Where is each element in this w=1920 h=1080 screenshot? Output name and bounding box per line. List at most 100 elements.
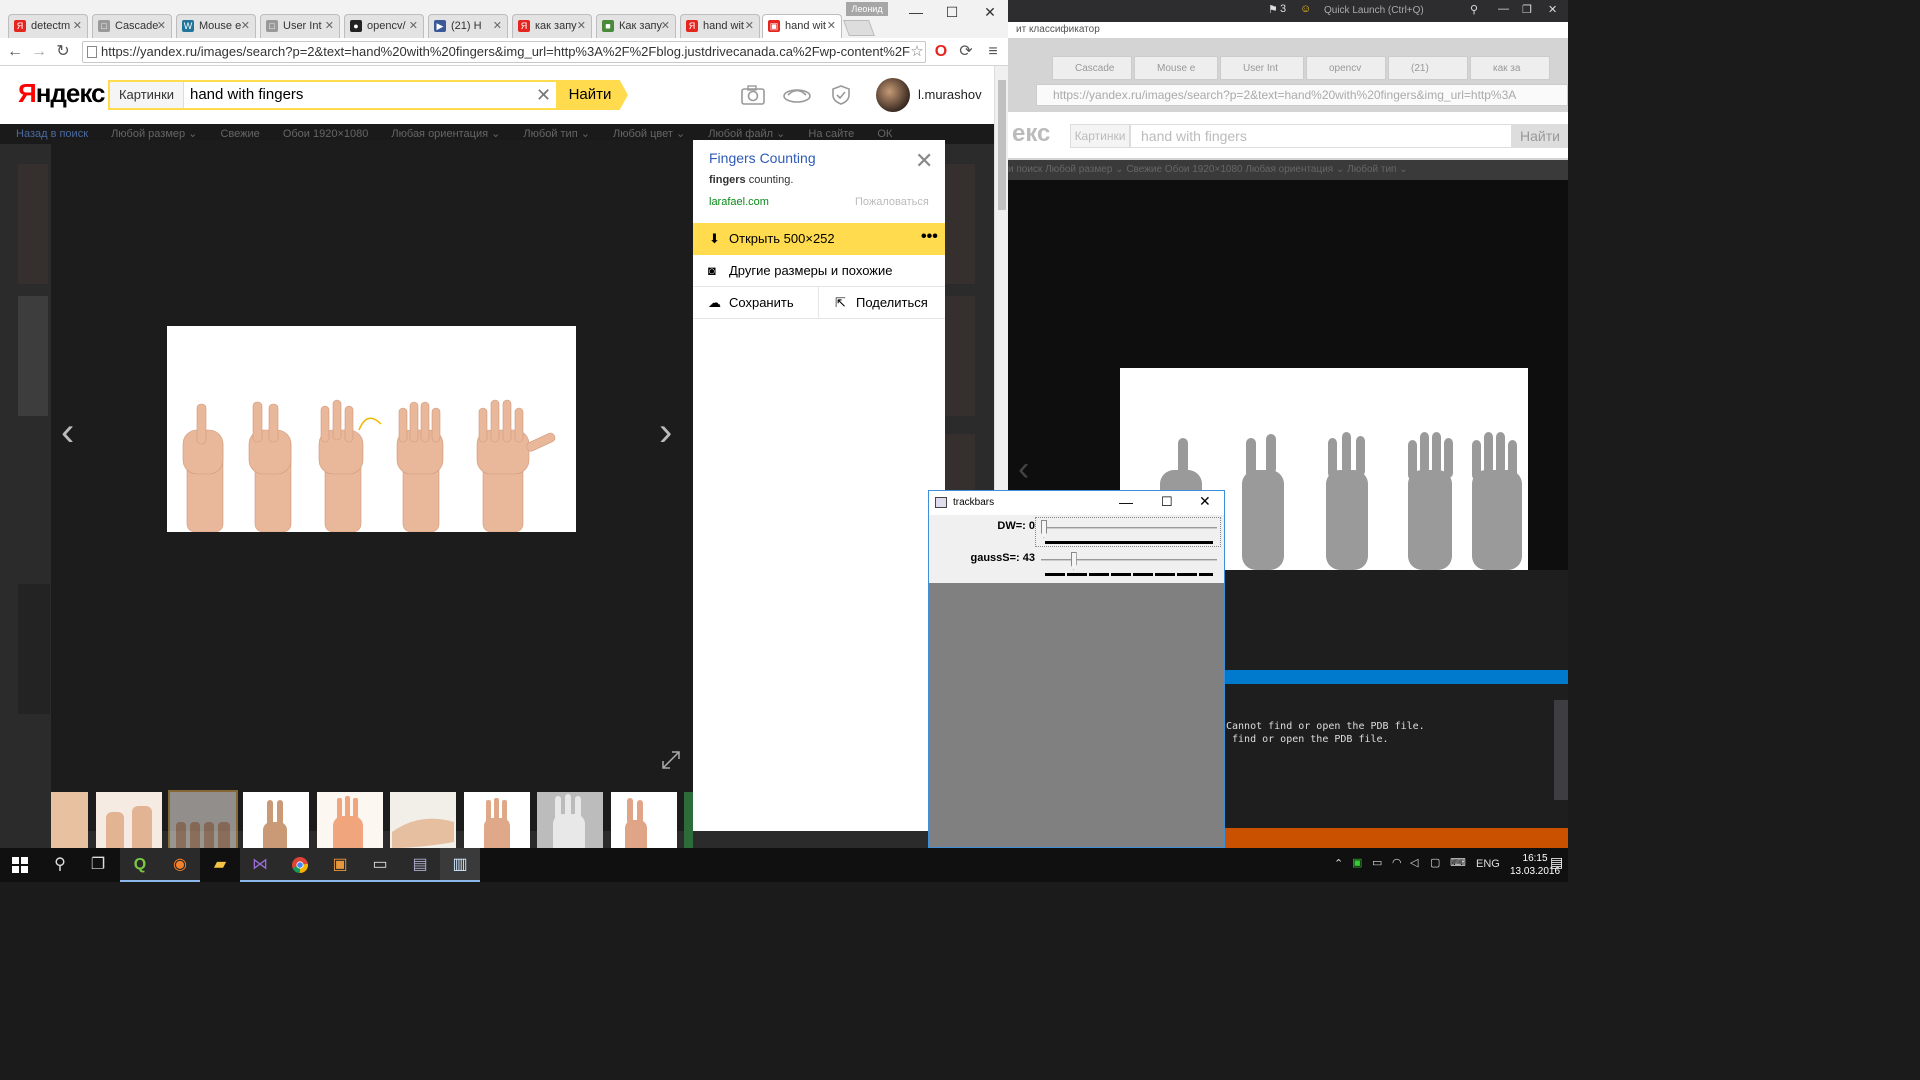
fullscreen-icon[interactable] (661, 750, 681, 770)
keyboard-icon[interactable]: ⌨ (1450, 856, 1466, 869)
result-thumbnail[interactable] (945, 296, 975, 416)
console-icon[interactable]: ▭ (360, 848, 400, 882)
camera-icon[interactable] (740, 84, 766, 106)
minimize-icon[interactable]: — (1119, 494, 1133, 510)
back-arrow-icon[interactable]: ← (4, 41, 26, 63)
strip-thumbnail[interactable] (390, 792, 456, 848)
disk-cloud-icon[interactable] (782, 84, 811, 106)
opera-extension-icon[interactable]: O (930, 41, 952, 63)
browser-tab[interactable]: □ Cascade ✕ (92, 14, 172, 38)
result-thumbnail[interactable] (18, 164, 48, 284)
extension-icon[interactable]: ⟳ (955, 41, 977, 63)
open-image-button[interactable]: ⬇ Открыть 500×252 ••• (693, 223, 945, 255)
next-image-icon[interactable]: › (659, 410, 672, 455)
browser-tab[interactable]: ● opencv/✕ (344, 14, 424, 38)
search-section-label[interactable]: Картинки (110, 82, 184, 108)
close-icon[interactable]: ✕ (1548, 3, 1557, 16)
background-address-bar[interactable]: https://yandex.ru/images/search?p=2&text… (1036, 84, 1568, 106)
restore-icon[interactable]: ❐ (1522, 3, 1532, 16)
filter-file[interactable]: Любой файл ⌄ (708, 128, 785, 140)
notifications-icon[interactable]: ▢ (1430, 856, 1440, 869)
sublime-icon[interactable]: ▣ (320, 848, 360, 882)
browser-tab[interactable]: Яdetectm ✕ (8, 14, 88, 38)
strip-thumbnail[interactable] (684, 792, 693, 848)
chevron-up-icon[interactable]: ⌃ (1334, 857, 1343, 870)
browser-tab[interactable]: ▣ hand wit ✕ (762, 14, 842, 38)
strip-thumbnail[interactable] (317, 792, 383, 848)
browser-tab[interactable]: ▶ (21) H ✕ (428, 14, 508, 38)
file-explorer-icon[interactable]: ▰ (200, 848, 240, 882)
avatar[interactable] (876, 78, 910, 112)
windows-start-icon[interactable] (0, 848, 40, 882)
address-bar[interactable]: https://yandex.ru/images/search?p=2&text… (82, 41, 926, 63)
shield-icon[interactable] (828, 84, 854, 106)
strip-thumbnail-selected[interactable] (168, 790, 238, 848)
action-center-icon[interactable]: ▤ (1550, 854, 1563, 871)
filter-site[interactable]: На сайте (808, 128, 854, 140)
close-icon[interactable]: ✕ (972, 2, 1008, 22)
filter-size[interactable]: Любой размер ⌄ (111, 128, 197, 140)
tab-close-icon[interactable]: ✕ (661, 15, 670, 37)
bookmark-star-icon[interactable]: ☆ (906, 41, 928, 63)
tab-close-icon[interactable]: ✕ (325, 15, 334, 37)
similar-images-button[interactable]: ◙ Другие размеры и похожие (693, 255, 945, 287)
filter-wallpaper[interactable]: Обои 1920×1080 (283, 128, 369, 140)
tab-close-icon[interactable]: ✕ (73, 15, 82, 37)
volume-icon[interactable]: ◁ (1410, 856, 1418, 869)
battery-icon[interactable]: ▭ (1372, 856, 1382, 869)
browser-tab[interactable]: □ User Int ✕ (260, 14, 340, 38)
filter-orientation[interactable]: Любая ориентация ⌄ (391, 128, 500, 140)
app-window-icon[interactable]: ▤ (400, 848, 440, 882)
quick-launch-input[interactable]: Quick Launch (Ctrl+Q) (1318, 3, 1478, 19)
new-tab-button[interactable] (843, 20, 875, 36)
maximize-icon[interactable]: ☐ (1161, 494, 1173, 510)
save-button[interactable]: ☁ Сохранить (693, 287, 819, 319)
forward-arrow-icon[interactable]: → (28, 41, 50, 63)
profile-badge[interactable]: Леонид (846, 2, 888, 16)
back-to-search-link[interactable]: Назад в поиск (16, 128, 88, 140)
close-icon[interactable]: ✕ (1199, 493, 1211, 510)
result-thumbnail[interactable] (18, 584, 50, 714)
background-tab[interactable]: User Int (1220, 56, 1304, 80)
preview-image[interactable] (167, 326, 576, 532)
tab-close-icon[interactable]: ✕ (241, 15, 250, 37)
feedback-smiley-icon[interactable]: ☺ (1300, 3, 1311, 15)
language-indicator[interactable]: ENG (1476, 858, 1500, 870)
background-tab[interactable]: (21) (1388, 56, 1468, 80)
previous-image-icon[interactable]: ‹ (61, 410, 74, 455)
source-domain-link[interactable]: larafael.com (709, 196, 769, 208)
background-search-input[interactable]: hand with fingers (1130, 124, 1512, 148)
strip-thumbnail[interactable] (51, 792, 88, 848)
search-button[interactable]: Найти (558, 80, 628, 110)
tab-close-icon[interactable]: ✕ (827, 15, 836, 37)
minimize-icon[interactable]: — (898, 2, 934, 22)
task-view-icon[interactable]: ❐ (78, 848, 118, 882)
browser-tab[interactable]: ■ Как запу ✕ (596, 14, 676, 38)
reload-icon[interactable]: ↻ (52, 41, 74, 63)
blender-icon[interactable]: ◉ (160, 848, 200, 882)
strip-thumbnail[interactable] (96, 792, 162, 848)
scrollbar-thumb[interactable] (998, 80, 1006, 210)
yandex-logo[interactable]: Яндекс (18, 78, 105, 109)
gauss-slider-thumb[interactable] (1070, 552, 1077, 570)
report-link[interactable]: Пожаловаться (855, 196, 929, 208)
menu-icon[interactable]: ≡ (982, 41, 1004, 63)
trackbars-title-bar[interactable]: trackbars — ☐ ✕ (929, 491, 1224, 515)
maximize-icon[interactable]: ☐ (934, 2, 970, 22)
background-tab[interactable]: Cascade (1052, 56, 1132, 80)
qt-creator-icon[interactable]: Q (120, 848, 160, 882)
strip-thumbnail[interactable] (243, 792, 309, 848)
share-button[interactable]: ⇱ Поделиться (819, 287, 945, 319)
tab-close-icon[interactable]: ✕ (577, 15, 586, 37)
background-tab[interactable]: как за (1470, 56, 1550, 80)
filter-color[interactable]: Любой цвет ⌄ (613, 128, 685, 140)
result-thumbnail[interactable] (18, 296, 48, 416)
app-tray-icon[interactable]: ▣ (1352, 856, 1362, 869)
browser-tab[interactable]: Якак запу ✕ (512, 14, 592, 38)
quick-launch-search-icon[interactable]: ⚲ (1470, 3, 1478, 16)
more-options-icon[interactable]: ••• (921, 221, 938, 253)
image-title-link[interactable]: Fingers Counting (709, 150, 816, 166)
background-search-button[interactable]: Найти (1512, 124, 1568, 148)
username-link[interactable]: l.murashov (918, 87, 982, 102)
strip-thumbnail[interactable] (464, 792, 530, 848)
